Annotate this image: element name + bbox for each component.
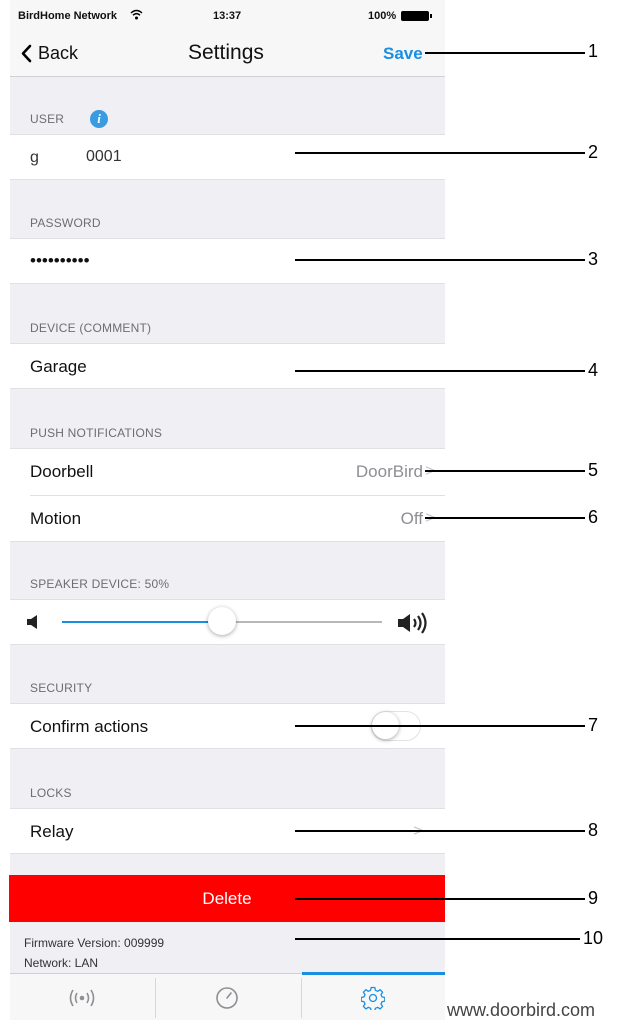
- tab-bar: [10, 972, 445, 1020]
- callout-number-9: 9: [588, 888, 599, 908]
- device-row[interactable]: Garage: [10, 343, 445, 389]
- save-button[interactable]: Save: [383, 44, 423, 64]
- callout-number-7: 7: [588, 715, 599, 735]
- battery-icon: [401, 11, 429, 21]
- user-field[interactable]: 0001: [86, 148, 122, 166]
- volume-slider-fill: [62, 621, 222, 623]
- doorbell-value: DoorBird: [355, 462, 423, 481]
- password-field[interactable]: ••••••••••: [30, 251, 90, 271]
- section-header-push: PUSH NOTIFICATIONS: [30, 426, 163, 440]
- firmware-version: Firmware Version: 009999: [24, 936, 165, 950]
- callout-number-5: 5: [588, 460, 599, 480]
- gear-icon: [361, 986, 385, 1010]
- relay-label: Relay: [30, 822, 74, 841]
- motion-label: Motion: [30, 509, 82, 528]
- doorbell-row[interactable]: Doorbell DoorBird >: [10, 449, 445, 495]
- callout-line-8: [295, 830, 585, 832]
- callout-number-3: 3: [588, 249, 599, 269]
- battery-percent: 100%: [368, 10, 397, 22]
- callout-line-1: [425, 52, 585, 54]
- broadcast-icon: [69, 989, 95, 1007]
- user-row[interactable]: g 0001: [10, 134, 445, 180]
- device-comment-field[interactable]: Garage: [30, 357, 87, 377]
- speaker-row: [10, 599, 445, 645]
- chevron-left-icon: [21, 44, 32, 63]
- section-header-user: USER: [30, 112, 65, 126]
- network-info: Network: LAN: [24, 956, 99, 970]
- clock-icon: [216, 987, 238, 1009]
- confirm-actions-label: Confirm actions: [30, 717, 149, 736]
- navigation-bar: Back Settings Save: [10, 32, 445, 77]
- user-prefix: g: [30, 149, 39, 166]
- back-label: Back: [38, 43, 79, 63]
- doorbell-label: Doorbell: [30, 462, 94, 481]
- callout-line-5: [425, 470, 585, 472]
- volume-low-icon: [27, 615, 37, 629]
- section-header-security: SECURITY: [30, 681, 93, 695]
- callout-number-10: 10: [583, 928, 604, 948]
- info-icon[interactable]: i: [90, 110, 108, 128]
- callout-number-1: 1: [588, 41, 599, 61]
- callout-line-4: [295, 370, 585, 372]
- active-tab-indicator: [302, 972, 445, 975]
- callout-line-2: [295, 152, 585, 154]
- tab-history[interactable]: [156, 974, 300, 1020]
- password-row[interactable]: ••••••••••: [10, 238, 445, 284]
- section-header-speaker: SPEAKER DEVICE: 50%: [30, 577, 170, 591]
- carrier-label: BirdHome Network: [18, 10, 118, 22]
- callout-line-10: [295, 938, 580, 940]
- status-time: 13:37: [213, 10, 242, 22]
- callout-line-7: [295, 725, 585, 727]
- callout-number-4: 4: [588, 360, 599, 380]
- status-bar: BirdHome Network 13:37 100%: [10, 0, 445, 32]
- section-header-device: DEVICE (COMMENT): [30, 321, 152, 335]
- callout-number-2: 2: [588, 142, 599, 162]
- watermark-url: www.doorbird.com: [447, 1000, 596, 1020]
- tab-live[interactable]: [10, 974, 154, 1020]
- motion-row[interactable]: Motion Off >: [10, 496, 445, 541]
- volume-slider-thumb[interactable]: [208, 607, 236, 635]
- callout-number-8: 8: [588, 820, 599, 840]
- callout-number-6: 6: [588, 507, 599, 527]
- push-group: Doorbell DoorBird > Motion Off >: [10, 448, 445, 542]
- callout-line-6: [425, 517, 585, 519]
- motion-value: Off: [400, 509, 423, 528]
- callout-line-9: [295, 898, 585, 900]
- page-title: Settings: [188, 41, 264, 64]
- callout-line-3: [295, 259, 585, 261]
- section-header-locks: LOCKS: [30, 786, 72, 800]
- section-header-password: PASSWORD: [30, 216, 101, 230]
- volume-high-icon: [398, 612, 427, 634]
- tab-settings[interactable]: [302, 972, 445, 1020]
- wifi-icon: [130, 9, 143, 20]
